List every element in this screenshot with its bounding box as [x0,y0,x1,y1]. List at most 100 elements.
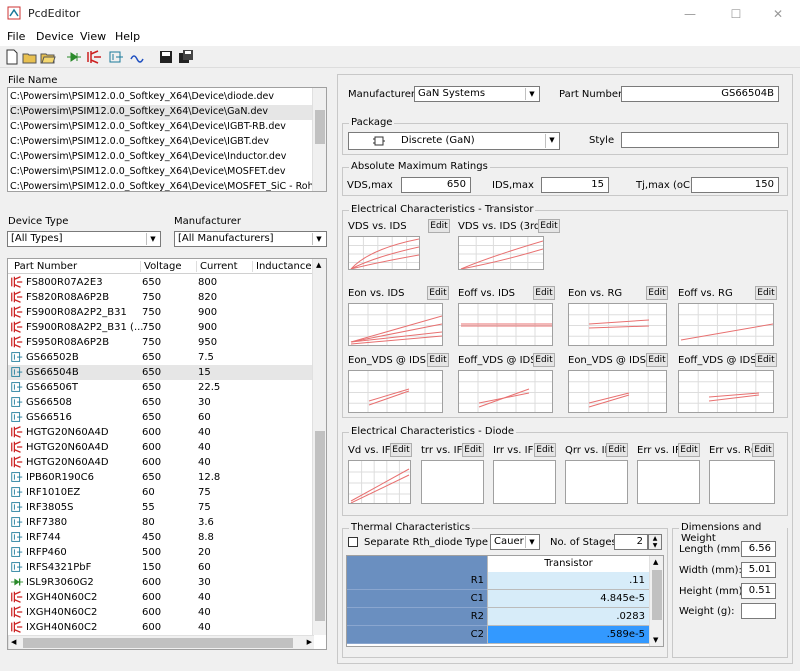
file-list-scrollbar[interactable] [312,88,326,191]
new-icon[interactable] [4,49,20,65]
table-row[interactable]: FS900R08A2P2_B31 (... 750 900 [8,320,314,335]
plot-thumbnail[interactable] [458,303,553,346]
edit-button[interactable]: Edit [606,443,628,457]
parts-scroll-thumb[interactable] [315,431,325,621]
edit-button[interactable]: Edit [538,219,560,233]
weight-field[interactable] [741,603,776,619]
edit-button[interactable]: Edit [390,443,412,457]
thermal-scrollbar[interactable]: ▲ ▼ [649,556,663,646]
parts-hscrollbar[interactable]: ◀ ▶ [8,635,314,649]
col-inductance[interactable]: Inductance [252,261,312,272]
edit-button[interactable]: Edit [678,443,700,457]
file-list[interactable]: C:\Powersim\PSIM12.0.0_Softkey_X64\Devic… [7,87,327,192]
scroll-up-icon[interactable]: ▲ [316,261,321,269]
plot-thumbnail[interactable] [637,460,700,504]
plot-thumbnail[interactable] [565,460,628,504]
menu-help[interactable]: Help [115,30,140,43]
device-type-select[interactable]: [All Types] ▼ [7,231,161,247]
edit-button[interactable]: Edit [427,286,449,300]
gan-icon[interactable] [108,49,124,65]
width-field[interactable]: 5.01 [741,562,776,578]
plot-thumbnail[interactable] [348,370,443,413]
ids-max-field[interactable]: 15 [541,177,609,193]
table-row[interactable]: GS66516 650 60 [8,410,314,425]
file-list-item[interactable]: C:\Powersim\PSIM12.0.0_Softkey_X64\Devic… [10,150,314,165]
vds-max-field[interactable]: 650 [401,177,471,193]
tj-max-field[interactable]: 150 [691,177,779,193]
edit-button[interactable]: Edit [755,353,777,367]
table-row[interactable]: FS800R07A2E3 650 800 [8,275,314,290]
save-icon[interactable] [158,49,174,65]
table-row[interactable]: GS66508 650 30 [8,395,314,410]
scroll-thumb[interactable] [315,110,325,144]
edit-button[interactable]: Edit [534,443,556,457]
edit-button[interactable]: Edit [462,443,484,457]
col-voltage[interactable]: Voltage [140,261,182,272]
col-part-number[interactable]: Part Number [14,261,77,272]
plot-thumbnail[interactable] [348,460,411,504]
table-row[interactable]: GS66502B 650 7.5 [8,350,314,365]
diode-icon[interactable] [66,49,82,65]
thermal-type-select[interactable]: Cauer ▼ [490,534,540,550]
table-row[interactable]: IRFP460 500 20 [8,545,314,560]
plot-thumbnail[interactable] [709,460,775,504]
plot-thumbnail[interactable] [421,460,484,504]
thermal-scroll-thumb[interactable] [652,570,662,620]
table-row[interactable]: FS820R08A6P2B 750 820 [8,290,314,305]
file-list-item[interactable]: C:\Powersim\PSIM12.0.0_Softkey_X64\Devic… [10,105,314,120]
maximize-button[interactable]: ☐ [714,4,758,24]
menu-view[interactable]: View [80,30,106,43]
minimize-button[interactable]: — [668,4,712,24]
table-row[interactable]: ISL9R3060G2 600 30 [8,575,314,590]
close-button[interactable]: ✕ [756,4,800,24]
table-row[interactable]: GS66506T 650 22.5 [8,380,314,395]
style-field[interactable] [621,132,779,148]
edit-button[interactable]: Edit [428,219,450,233]
table-row[interactable]: IPB60R190C6 650 12.8 [8,470,314,485]
stages-field[interactable]: 2 [614,534,648,550]
plot-thumbnail[interactable] [348,303,443,346]
height-field[interactable]: 0.51 [741,583,776,599]
part-number-field[interactable]: GS66504B [621,86,779,102]
stages-spinner[interactable]: ▲ ▼ [648,534,662,550]
manufacturer-select[interactable]: GaN Systems ▼ [414,86,540,102]
col-current[interactable]: Current [196,261,238,272]
wave-icon[interactable] [130,49,146,65]
edit-button[interactable]: Edit [427,353,449,367]
edit-button[interactable]: Edit [752,443,774,457]
plot-thumbnail[interactable] [678,370,774,413]
table-row[interactable]: FS900R08A2P2_B31 750 900 [8,305,314,320]
scroll-down-icon[interactable]: ▼ [653,636,658,644]
table-row[interactable]: IXGH40N60C2 600 40 [8,620,314,635]
plot-thumbnail[interactable] [458,236,544,270]
menu-file[interactable]: File [7,30,25,43]
separate-rth-checkbox[interactable] [348,537,358,547]
table-row[interactable]: IRF1010EZ 60 75 [8,485,314,500]
plot-thumbnail[interactable] [458,370,553,413]
thermal-row-value[interactable]: 4.845e-5 [487,590,649,608]
menu-device[interactable]: Device [36,30,74,43]
table-row[interactable]: IRF744 450 8.8 [8,530,314,545]
edit-button[interactable]: Edit [755,286,777,300]
thermal-row-value[interactable]: .0283 [487,608,649,626]
table-row[interactable]: HGTG20N60A4D 600 40 [8,440,314,455]
table-row[interactable]: IXGH40N60C2 600 40 [8,590,314,605]
table-row[interactable]: IRF3805S 55 75 [8,500,314,515]
table-row[interactable]: HGTG20N60A4D 600 40 [8,455,314,470]
table-row[interactable]: GS66504B 650 15 [8,365,314,380]
table-row[interactable]: FS950R08A6P2B 750 950 [8,335,314,350]
table-row[interactable]: IRFS4321PbF 150 60 [8,560,314,575]
scroll-up-icon[interactable]: ▲ [653,558,658,566]
scroll-left-icon[interactable]: ◀ [11,638,16,646]
table-row[interactable]: HGTG20N60A4D 600 40 [8,425,314,440]
open-icon[interactable] [22,49,38,65]
manufacturer-filter-select[interactable]: [All Manufacturers] ▼ [174,231,327,247]
edit-button[interactable]: Edit [646,286,668,300]
open-folder-icon[interactable] [40,49,56,65]
edit-button[interactable]: Edit [533,353,555,367]
thermal-row-value[interactable]: .11 [487,572,649,590]
scroll-right-icon[interactable]: ▶ [307,638,312,646]
file-list-item[interactable]: C:\Powersim\PSIM12.0.0_Softkey_X64\Devic… [10,90,314,105]
edit-button[interactable]: Edit [533,286,555,300]
igbt-icon[interactable] [86,49,102,65]
